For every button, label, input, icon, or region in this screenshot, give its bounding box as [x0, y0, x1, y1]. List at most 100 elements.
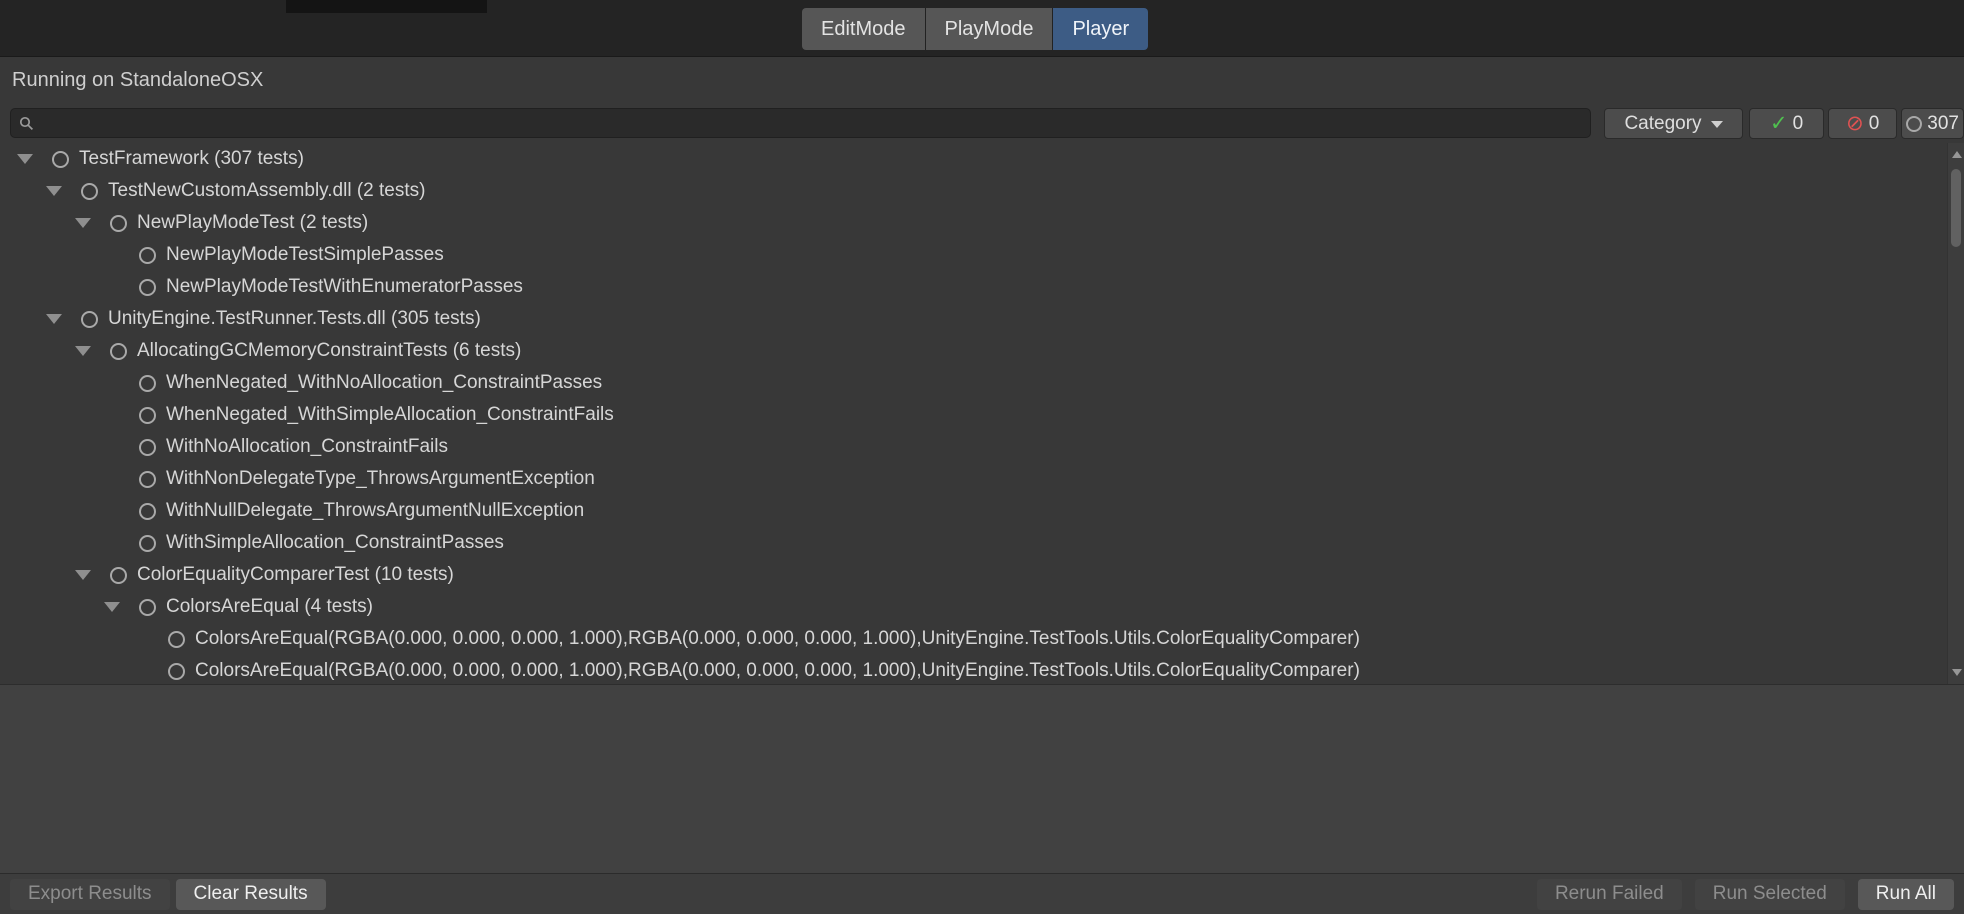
- passed-count: 0: [1793, 113, 1804, 135]
- test-status-circle-icon: [139, 279, 156, 296]
- test-label: WithNullDelegate_ThrowsArgumentNullExcep…: [166, 500, 584, 522]
- test-status-circle-icon: [139, 535, 156, 552]
- search-input[interactable]: [41, 112, 1590, 135]
- result-count-buttons: ✓0⊘0307: [1749, 108, 1964, 139]
- filter-failed-button[interactable]: ⊘0: [1828, 108, 1897, 139]
- test-label: UnityEngine.TestRunner.Tests.dll (305 te…: [108, 308, 481, 330]
- test-status-circle-icon: [110, 215, 127, 232]
- test-status-circle-icon: [81, 311, 98, 328]
- test-status-circle-icon: [110, 343, 127, 360]
- clear-results-button[interactable]: Clear Results: [176, 879, 326, 910]
- test-status-circle-icon: [168, 631, 185, 648]
- tree-row[interactable]: NewPlayModeTestWithEnumeratorPasses: [0, 271, 1964, 303]
- tree-row[interactable]: TestFramework (307 tests): [0, 143, 1964, 175]
- tree-row[interactable]: AllocatingGCMemoryConstraintTests (6 tes…: [0, 335, 1964, 367]
- test-status-circle-icon: [168, 663, 185, 680]
- search-icon: [19, 116, 34, 131]
- mode-tab-editmode[interactable]: EditMode: [802, 8, 925, 50]
- test-label: AllocatingGCMemoryConstraintTests (6 tes…: [137, 340, 521, 362]
- foldout-arrow[interactable]: [14, 154, 52, 164]
- test-result-detail-pane: [0, 684, 1964, 873]
- triangle-down-icon: [46, 314, 62, 324]
- tree-row[interactable]: ColorsAreEqual(RGBA(0.000, 0.000, 0.000,…: [0, 655, 1964, 684]
- scroll-up-arrow-icon[interactable]: [1952, 151, 1962, 158]
- tree-row[interactable]: ColorsAreEqual(RGBA(0.000, 0.000, 0.000,…: [0, 623, 1964, 655]
- test-status-circle-icon: [110, 567, 127, 584]
- failed-count: 0: [1869, 113, 1880, 135]
- tree-row[interactable]: WithSimpleAllocation_ConstraintPasses: [0, 527, 1964, 559]
- tree-row[interactable]: WithNullDelegate_ThrowsArgumentNullExcep…: [0, 495, 1964, 527]
- filter-bar: Category ✓0⊘0307: [0, 103, 1964, 143]
- tree-row[interactable]: TestNewCustomAssembly.dll (2 tests): [0, 175, 1964, 207]
- tree-row[interactable]: WhenNegated_WithNoAllocation_ConstraintP…: [0, 367, 1964, 399]
- vertical-scrollbar[interactable]: [1947, 143, 1964, 684]
- test-status-circle-icon: [52, 151, 69, 168]
- category-label: Category: [1624, 113, 1701, 135]
- test-label: WithSimpleAllocation_ConstraintPasses: [166, 532, 504, 554]
- triangle-down-icon: [75, 346, 91, 356]
- mode-tabs: EditModePlayModePlayer: [802, 8, 1148, 50]
- run-selected-button: Run Selected: [1695, 879, 1845, 910]
- tree-row[interactable]: WithNonDelegateType_ThrowsArgumentExcept…: [0, 463, 1964, 495]
- foldout-arrow[interactable]: [72, 346, 110, 356]
- triangle-down-icon: [104, 602, 120, 612]
- footer-left-buttons: Export ResultsClear Results: [10, 879, 326, 910]
- chevron-down-icon: [1711, 121, 1723, 128]
- export-results-button: Export Results: [10, 879, 170, 910]
- run-all-button[interactable]: Run All: [1858, 879, 1954, 910]
- test-label: WhenNegated_WithSimpleAllocation_Constra…: [166, 404, 614, 426]
- triangle-down-icon: [17, 154, 33, 164]
- tree-row[interactable]: WhenNegated_WithSimpleAllocation_Constra…: [0, 399, 1964, 431]
- pass-check-icon: ✓: [1770, 113, 1788, 134]
- test-status-circle-icon: [139, 599, 156, 616]
- test-label: NewPlayModeTestWithEnumeratorPasses: [166, 276, 523, 298]
- scroll-down-arrow-icon[interactable]: [1952, 669, 1962, 676]
- window-tab[interactable]: [286, 0, 487, 13]
- mode-tab-player[interactable]: Player: [1053, 8, 1148, 50]
- foldout-arrow[interactable]: [43, 186, 81, 196]
- test-label: WithNoAllocation_ConstraintFails: [166, 436, 448, 458]
- triangle-down-icon: [75, 218, 91, 228]
- tree-row[interactable]: ColorEqualityComparerTest (10 tests): [0, 559, 1964, 591]
- foldout-arrow[interactable]: [101, 602, 139, 612]
- scrollbar-thumb[interactable]: [1951, 169, 1961, 247]
- test-status-circle-icon: [139, 439, 156, 456]
- top-bar: EditModePlayModePlayer: [0, 0, 1964, 57]
- fail-circle-slash-icon: ⊘: [1846, 113, 1864, 134]
- test-status-circle-icon: [81, 183, 98, 200]
- tree-row[interactable]: NewPlayModeTest (2 tests): [0, 207, 1964, 239]
- test-label: NewPlayModeTestSimplePasses: [166, 244, 444, 266]
- tree-row[interactable]: NewPlayModeTestSimplePasses: [0, 239, 1964, 271]
- tree-row[interactable]: WithNoAllocation_ConstraintFails: [0, 431, 1964, 463]
- category-dropdown[interactable]: Category: [1604, 108, 1743, 139]
- tree-row[interactable]: ColorsAreEqual (4 tests): [0, 591, 1964, 623]
- tree-row[interactable]: UnityEngine.TestRunner.Tests.dll (305 te…: [0, 303, 1964, 335]
- mode-tab-playmode[interactable]: PlayMode: [926, 8, 1053, 50]
- test-label: ColorEqualityComparerTest (10 tests): [137, 564, 454, 586]
- test-label: ColorsAreEqual(RGBA(0.000, 0.000, 0.000,…: [195, 628, 1360, 650]
- running-target-label: Running on StandaloneOSX: [12, 69, 263, 92]
- test-label: ColorsAreEqual (4 tests): [166, 596, 373, 618]
- test-status-circle-icon: [139, 375, 156, 392]
- test-tree: TestFramework (307 tests) TestNewCustomAs…: [0, 143, 1964, 684]
- test-status-circle-icon: [139, 247, 156, 264]
- total-count: 307: [1927, 113, 1959, 135]
- not-run-circle-icon: [1906, 116, 1922, 132]
- test-label: WithNonDelegateType_ThrowsArgumentExcept…: [166, 468, 595, 490]
- test-label: TestFramework (307 tests): [79, 148, 304, 170]
- footer-toolbar: Export ResultsClear Results Rerun Failed…: [0, 873, 1964, 914]
- rerun-failed-button: Rerun Failed: [1537, 879, 1682, 910]
- status-bar: Running on StandaloneOSX: [0, 57, 1964, 103]
- search-field[interactable]: [10, 108, 1591, 138]
- filter-total-button[interactable]: 307: [1901, 108, 1964, 139]
- test-status-circle-icon: [139, 471, 156, 488]
- filter-passed-button[interactable]: ✓0: [1749, 108, 1824, 139]
- foldout-arrow[interactable]: [72, 218, 110, 228]
- test-status-circle-icon: [139, 503, 156, 520]
- foldout-arrow[interactable]: [43, 314, 81, 324]
- triangle-down-icon: [46, 186, 62, 196]
- foldout-arrow[interactable]: [72, 570, 110, 580]
- test-label: NewPlayModeTest (2 tests): [137, 212, 368, 234]
- triangle-down-icon: [75, 570, 91, 580]
- test-label: WhenNegated_WithNoAllocation_ConstraintP…: [166, 372, 602, 394]
